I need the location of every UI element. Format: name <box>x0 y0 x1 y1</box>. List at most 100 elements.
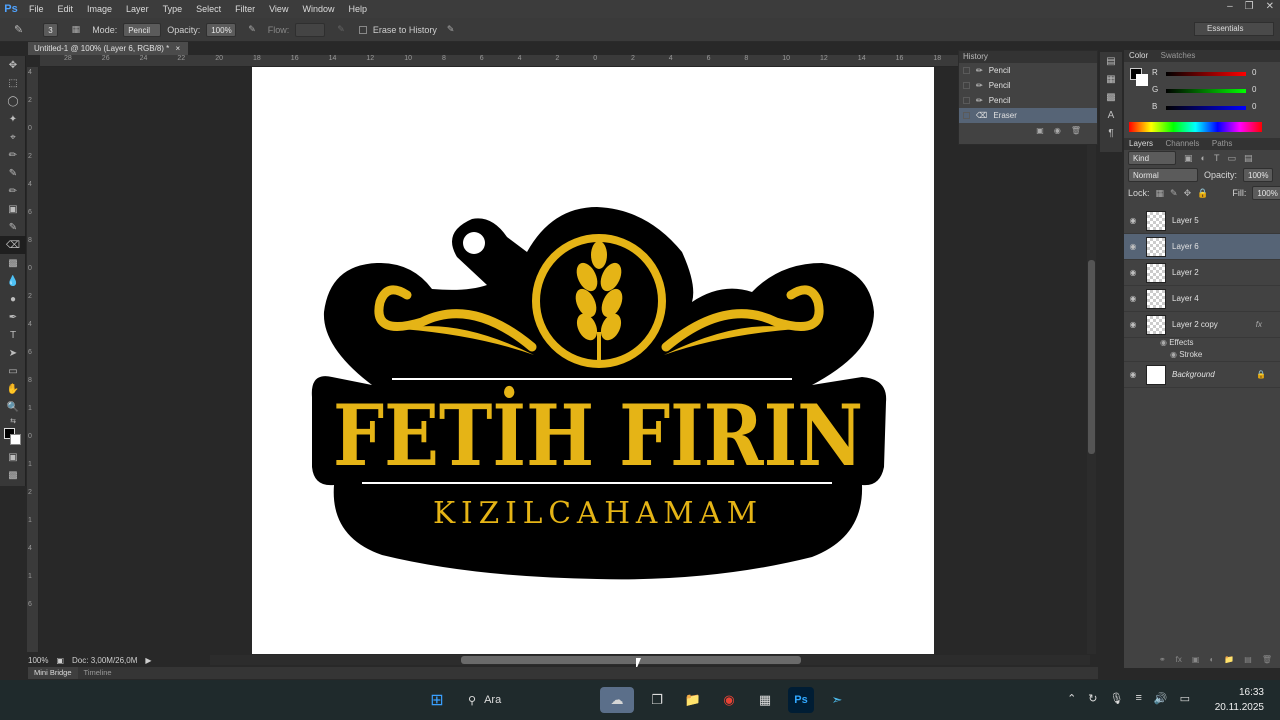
add-mask-icon[interactable]: ▣ <box>1192 655 1200 664</box>
pen-tool-icon[interactable]: ✒ <box>0 308 26 326</box>
red-value[interactable]: 0 <box>1252 68 1256 77</box>
background-color-swatch[interactable] <box>10 434 21 445</box>
close-tab-icon[interactable]: × <box>176 44 181 53</box>
taskbar-clock[interactable]: 16:33 20.11.2025 <box>1215 685 1264 715</box>
lasso-tool-icon[interactable]: ◯ <box>0 92 26 110</box>
add-layer-style-icon[interactable]: fx <box>1176 655 1182 664</box>
brush-tool-icon[interactable]: ✏ <box>0 182 26 200</box>
visibility-eye-icon[interactable]: ◉ <box>1124 294 1142 303</box>
tab-timeline[interactable]: Timeline <box>78 667 118 679</box>
history-item[interactable]: ✏ Pencil <box>959 78 1097 93</box>
copilot-widget-icon[interactable]: ☁ <box>600 687 634 713</box>
fx-badge[interactable]: fx <box>1256 320 1262 329</box>
history-brush-tool-icon[interactable]: ✎ <box>0 218 26 236</box>
history-panel-title[interactable]: History <box>959 51 1097 63</box>
filter-type-icon[interactable]: T <box>1214 153 1220 163</box>
filter-shape-icon[interactable]: ▭ <box>1227 153 1236 164</box>
lock-all-icon[interactable]: 🔒 <box>1197 188 1208 199</box>
menu-image[interactable]: Image <box>80 0 119 18</box>
path-selection-tool-icon[interactable]: ➤ <box>0 344 26 362</box>
minimize-icon[interactable]: – <box>1227 0 1233 14</box>
effects-eye-icon[interactable]: ◉ <box>1160 338 1167 347</box>
show-hidden-icons-icon[interactable]: ⌃ <box>1067 692 1076 705</box>
green-slider[interactable] <box>1166 89 1246 93</box>
history-item[interactable]: ⌫ Eraser <box>959 108 1097 123</box>
magic-wand-tool-icon[interactable]: ✦ <box>0 110 26 128</box>
dodge-tool-icon[interactable]: ● <box>0 290 26 308</box>
chrome-icon[interactable]: ◉ <box>716 687 742 713</box>
tab-channels[interactable]: Channels <box>1161 138 1205 150</box>
link-layers-icon[interactable]: ⚭ <box>1159 655 1166 664</box>
color-swatches[interactable] <box>0 426 26 448</box>
menu-select[interactable]: Select <box>189 0 228 18</box>
eyedropper-tool-icon[interactable]: ✏ <box>0 146 26 164</box>
history-item[interactable]: ✏ Pencil <box>959 63 1097 78</box>
brush-size-picker[interactable]: 3 <box>43 22 58 37</box>
layer-row[interactable]: ◉ Layer 6 <box>1124 234 1280 260</box>
tab-swatches[interactable]: Swatches <box>1156 50 1201 62</box>
crop-tool-icon[interactable]: ⌖ <box>0 128 26 146</box>
microphone-icon[interactable]: 🎙 <box>1110 692 1124 705</box>
new-adjustment-layer-icon[interactable]: ◐ <box>1209 655 1214 664</box>
new-group-icon[interactable]: 📁 <box>1224 655 1234 664</box>
menu-help[interactable]: Help <box>341 0 374 18</box>
move-tool-icon[interactable]: ✥ <box>0 56 26 74</box>
blur-tool-icon[interactable]: 💧 <box>0 272 26 290</box>
menu-type[interactable]: Type <box>156 0 190 18</box>
eraser-tool-icon[interactable]: ⌫ <box>0 236 26 254</box>
zoom-tool-icon[interactable]: 🔍 <box>0 398 26 416</box>
tab-layers[interactable]: Layers <box>1124 138 1158 150</box>
hand-tool-icon[interactable]: ✋ <box>0 380 26 398</box>
quick-mask-icon[interactable]: ▣ <box>0 448 26 466</box>
menu-edit[interactable]: Edit <box>51 0 81 18</box>
layer-row[interactable]: ◉ Layer 4 <box>1124 286 1280 312</box>
new-layer-icon[interactable]: ▤ <box>1244 655 1252 664</box>
sync-icon[interactable]: ↻ <box>1088 692 1097 705</box>
erase-to-history-checkbox[interactable] <box>358 25 367 34</box>
type-tool-icon[interactable]: T <box>0 326 26 344</box>
lock-position-icon[interactable]: ✥ <box>1184 188 1192 199</box>
status-menu-arrow-icon[interactable]: ▶ <box>145 656 151 665</box>
blue-value[interactable]: 0 <box>1252 102 1256 111</box>
menu-view[interactable]: View <box>262 0 295 18</box>
history-item[interactable]: ✏ Pencil <box>959 93 1097 108</box>
history-source-checkbox[interactable] <box>963 112 970 119</box>
clone-stamp-tool-icon[interactable]: ▣ <box>0 200 26 218</box>
background-color-chip[interactable] <box>1136 74 1148 86</box>
delete-layer-icon[interactable]: 🗑 <box>1262 655 1272 664</box>
close-icon[interactable]: ✕ <box>1266 0 1274 14</box>
marquee-tool-icon[interactable]: ⬚ <box>0 74 26 92</box>
menu-file[interactable]: File <box>22 0 51 18</box>
adjustments-panel-icon[interactable]: ▩ <box>1100 88 1122 106</box>
color-spectrum-bar[interactable] <box>1129 122 1262 132</box>
visibility-eye-icon[interactable]: ◉ <box>1124 242 1142 251</box>
filter-smart-object-icon[interactable]: ▤ <box>1244 153 1253 164</box>
filter-adjustment-icon[interactable]: ◐ <box>1201 153 1206 163</box>
layer-filter-kind-select[interactable]: Kind <box>1128 151 1176 165</box>
horizontal-scroll-thumb[interactable] <box>461 656 801 664</box>
screen-mode-icon[interactable]: ▩ <box>0 466 26 484</box>
effects-row[interactable]: ◉ Effects <box>1124 338 1280 350</box>
layer-opacity-input[interactable]: 100% <box>1243 168 1274 182</box>
delete-state-icon[interactable]: 🗑 <box>1071 126 1081 135</box>
lock-pixels-icon[interactable]: ✎ <box>1170 188 1178 199</box>
visibility-eye-icon[interactable]: ◉ <box>1124 216 1142 225</box>
app-taskbar-icon[interactable]: ➣ <box>824 687 850 713</box>
healing-brush-tool-icon[interactable]: ✎ <box>0 164 26 182</box>
restore-icon[interactable]: ❐ <box>1245 0 1254 14</box>
pressure-opacity-icon[interactable]: ✎ <box>248 24 256 35</box>
layer-row[interactable]: ◉ Layer 2 <box>1124 260 1280 286</box>
document-tab[interactable]: Untitled-1 @ 100% (Layer 6, RGB/8) * × <box>28 42 188 55</box>
airbrush-icon[interactable]: ✎ <box>337 24 345 35</box>
history-source-checkbox[interactable] <box>963 82 970 89</box>
menu-window[interactable]: Window <box>295 0 341 18</box>
eraser-tool-preset-icon[interactable]: ✎ <box>14 23 23 36</box>
visibility-eye-icon[interactable]: ◉ <box>1124 268 1142 277</box>
history-source-checkbox[interactable] <box>963 67 970 74</box>
visibility-eye-icon[interactable]: ◉ <box>1124 370 1142 379</box>
photoshop-taskbar-icon[interactable]: Ps <box>788 687 814 713</box>
menu-layer[interactable]: Layer <box>119 0 156 18</box>
tab-paths[interactable]: Paths <box>1207 138 1237 150</box>
pressure-size-icon[interactable]: ✎ <box>447 24 455 35</box>
layer-row[interactable]: ◉ Layer 2 copy fx <box>1124 312 1280 338</box>
